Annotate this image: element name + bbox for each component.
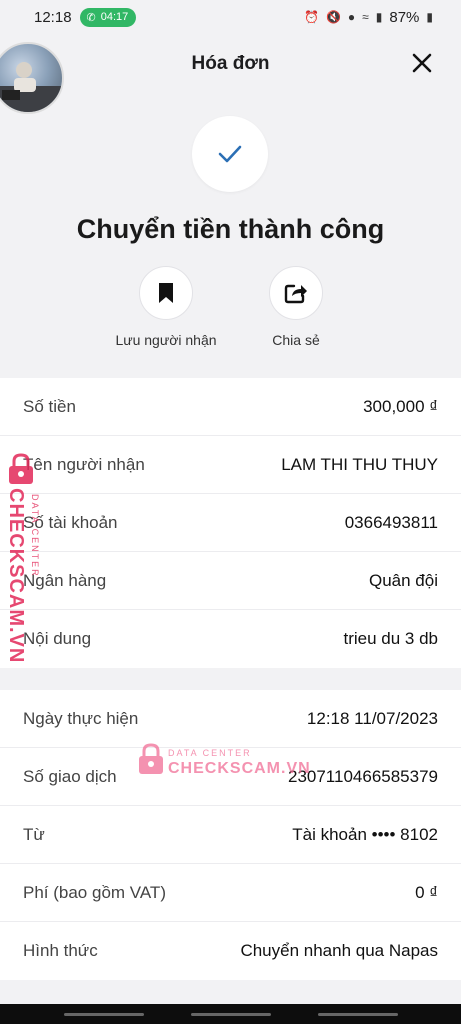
detail-value: LAM THI THU THUY bbox=[281, 454, 438, 474]
success-check-circle bbox=[192, 116, 268, 192]
watermark-tagline-center: DATA CENTER bbox=[168, 748, 252, 758]
wifi-icon: ≈ bbox=[362, 10, 369, 24]
save-recipient-button[interactable]: Lưu người nhận bbox=[96, 266, 236, 348]
status-bar: 12:18 ✆ 04:17 ⏰ 🔇 ● ≈ ▮ 87% ▮ bbox=[0, 0, 461, 34]
share-button[interactable]: Chia sẻ bbox=[226, 266, 366, 348]
detail-label: Ngày thực hiện bbox=[23, 708, 139, 728]
detail-row-account-number: Số tài khoản 0366493811 bbox=[0, 494, 461, 552]
detail-value: 0366493811 bbox=[344, 512, 438, 532]
header: Hóa đơn bbox=[0, 38, 461, 90]
detail-value: 0 ₫ bbox=[415, 882, 438, 902]
detail-label: Phí (bao gồm VAT) bbox=[23, 882, 166, 902]
battery-level: 87% bbox=[389, 8, 420, 26]
recipient-details-card: Số tiền 300,000 ₫ Tên người nhận LAM THI… bbox=[0, 378, 461, 668]
location-icon: ● bbox=[347, 10, 356, 24]
detail-value: Tài khoản •••• 8102 bbox=[292, 824, 438, 844]
watermark-lock-icon bbox=[9, 453, 33, 484]
battery-icon: ▮ bbox=[426, 10, 433, 24]
close-icon bbox=[412, 53, 432, 73]
share-circle[interactable] bbox=[269, 266, 323, 320]
detail-value: trieu du 3 db bbox=[343, 629, 438, 648]
detail-label: Từ bbox=[23, 824, 45, 844]
detail-value: 12:18 11/07/2023 bbox=[306, 708, 438, 728]
detail-row-amount: Số tiền 300,000 ₫ bbox=[0, 378, 461, 436]
share-label: Chia sẻ bbox=[272, 332, 320, 348]
detail-value: Quân đội bbox=[369, 570, 438, 590]
detail-row-method: Hình thức Chuyển nhanh qua Napas bbox=[0, 922, 461, 980]
detail-label: Tên người nhận bbox=[23, 454, 145, 474]
nav-recent-button[interactable] bbox=[63, 1012, 144, 1016]
detail-value: 300,000 ₫ bbox=[363, 396, 438, 416]
watermark-brand-vertical: CHECKSCAM.VN bbox=[5, 488, 27, 664]
detail-row-bank: Ngân hàng Quân đội bbox=[0, 552, 461, 610]
alarm-icon: ⏰ bbox=[304, 10, 319, 24]
watermark-brand-center: CHECKSCAM.VN bbox=[168, 760, 311, 777]
save-recipient-label: Lưu người nhận bbox=[115, 332, 217, 348]
system-navigation-bar bbox=[0, 1004, 461, 1024]
page-title: Chuyển tiền thành công bbox=[76, 214, 385, 244]
detail-row-recipient-name: Tên người nhận LAM THI THU THUY bbox=[0, 436, 461, 494]
share-icon bbox=[284, 284, 307, 304]
watermark-tagline-vertical: DATA CENTER bbox=[30, 494, 40, 578]
page-header-title: Hóa đơn bbox=[191, 53, 270, 74]
status-time: 12:18 bbox=[34, 8, 72, 26]
signal-icon: ▮ bbox=[375, 10, 383, 24]
detail-row-from: Từ Tài khoản •••• 8102 bbox=[0, 806, 461, 864]
transaction-details-card: Ngày thực hiện 12:18 11/07/2023 Số giao … bbox=[0, 690, 461, 980]
save-recipient-circle[interactable] bbox=[139, 266, 193, 320]
check-icon bbox=[218, 145, 242, 163]
phone-icon: ✆ bbox=[86, 11, 96, 24]
detail-label: Nội dung bbox=[23, 629, 92, 648]
status-right: ⏰ 🔇 ● ≈ ▮ 87% ▮ bbox=[304, 9, 433, 26]
detail-row-date: Ngày thực hiện 12:18 11/07/2023 bbox=[0, 690, 461, 748]
nav-back-button[interactable] bbox=[317, 1012, 398, 1016]
status-left: 12:18 ✆ 04:17 bbox=[34, 7, 137, 27]
ongoing-call-pill[interactable]: ✆ 04:17 bbox=[79, 7, 137, 27]
detail-label: Hình thức bbox=[23, 941, 98, 960]
close-button[interactable] bbox=[409, 50, 435, 76]
detail-value: Chuyển nhanh qua Napas bbox=[240, 941, 438, 960]
mute-icon: 🔇 bbox=[325, 10, 341, 24]
detail-row-content: Nội dung trieu du 3 db bbox=[0, 610, 461, 668]
detail-label: Số tiền bbox=[23, 396, 76, 416]
call-timer: 04:17 bbox=[100, 11, 129, 23]
detail-label: Số giao dịch bbox=[23, 766, 117, 786]
bookmark-icon bbox=[159, 283, 173, 303]
watermark-lock-icon-center bbox=[139, 743, 163, 774]
nav-home-button[interactable] bbox=[190, 1012, 271, 1016]
detail-row-fee: Phí (bao gồm VAT) 0 ₫ bbox=[0, 864, 461, 922]
